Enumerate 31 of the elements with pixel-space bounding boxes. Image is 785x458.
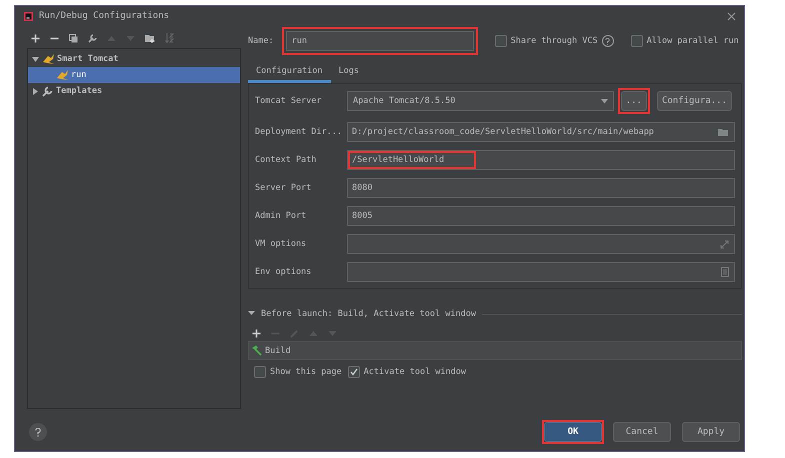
dropdown[interactable]: Apache Tomcat/8.5.50 <box>347 91 614 111</box>
tree-item[interactable]: run <box>28 67 240 83</box>
text-field[interactable]: 8005 <box>347 206 735 226</box>
window-title: Run/Debug Configurations <box>39 11 170 21</box>
field-label: Server Port <box>255 183 312 193</box>
field-label: Env options <box>255 267 312 277</box>
checkbox-label: Allow parallel run <box>646 36 739 46</box>
text-field[interactable]: /ServletHelloWorld <box>347 150 735 170</box>
dialog-button[interactable]: Apply <box>682 422 740 442</box>
task-label: Build <box>265 346 291 356</box>
checkbox-label: Share through VCS <box>510 36 598 46</box>
tab[interactable]: Logs <box>330 61 368 83</box>
checkbox-label: Activate tool window <box>364 367 466 377</box>
field-label: Admin Port <box>255 211 308 221</box>
text-field[interactable]: 8080 <box>347 178 735 198</box>
name-label: Name: <box>248 36 274 46</box>
section-title: Before launch: Build, Activate tool window <box>261 309 476 319</box>
field-label: Tomcat Server <box>255 96 323 106</box>
dialog-button[interactable]: OK <box>544 422 602 442</box>
browse-button[interactable]: Configura... <box>656 91 732 111</box>
path-field[interactable]: D:/project/classroom_code/ServletHelloWorld/src/main/webapp <box>347 122 735 142</box>
browse-button[interactable]: ... <box>620 91 647 111</box>
field-label: VM options <box>255 239 308 249</box>
field-label: Context Path <box>255 155 318 165</box>
tree-item[interactable]: Smart Tomcat <box>28 51 240 67</box>
field-label: Deployment Dir... <box>255 127 343 137</box>
dialog-button[interactable]: Cancel <box>613 422 671 442</box>
tree-item[interactable]: Templates <box>28 83 240 99</box>
task-row[interactable]: Build <box>248 341 742 360</box>
name-field[interactable]: run <box>286 31 474 51</box>
checkbox-label: Show this page <box>270 367 342 377</box>
